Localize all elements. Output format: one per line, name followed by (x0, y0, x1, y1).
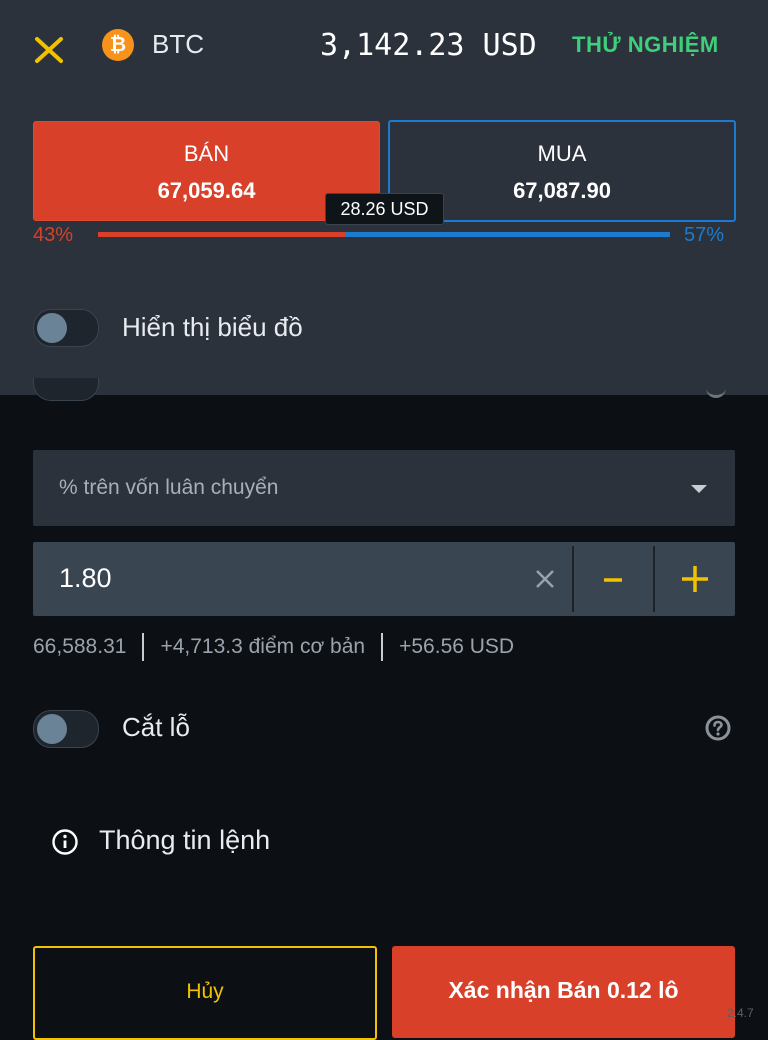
minus-icon (604, 578, 622, 582)
order-info-link[interactable]: Thông tin lệnh (99, 825, 270, 856)
sell-label: BÁN (183, 141, 230, 166)
separator (381, 633, 384, 661)
clear-icon[interactable] (533, 567, 557, 591)
buy-label: MUA (537, 141, 587, 166)
spread-badge: 28.26 USD (325, 193, 444, 225)
separator (142, 633, 145, 661)
take-profit-amount: +56.56 USD (399, 635, 515, 658)
sell-sentiment-percent: 43% (33, 224, 74, 246)
plus-icon (682, 566, 708, 592)
account-mode-badge[interactable]: THỬ NGHIỆM (572, 32, 719, 58)
decrement-button[interactable] (574, 542, 654, 616)
take-profit-toggle[interactable] (33, 378, 99, 401)
chevron-down-icon (691, 485, 707, 493)
buy-sentiment-bar (345, 232, 670, 237)
take-profit-stepper (33, 542, 735, 616)
increment-button[interactable] (655, 542, 735, 616)
help-icon[interactable] (705, 715, 731, 741)
cancel-button[interactable]: Hủy (33, 946, 377, 1040)
buy-sentiment-percent: 57% (684, 224, 725, 246)
toggle-knob (37, 313, 67, 343)
account-balance: 3,142.23 USD (320, 28, 537, 63)
show-chart-label: Hiển thị biểu đồ (122, 312, 303, 342)
confirm-label: Xác nhận Bán 0.12 lô (448, 977, 679, 1003)
take-profit-points: +4,713.3 điểm cơ bản (160, 635, 366, 658)
info-icon (52, 829, 78, 855)
take-profit-price: 66,588.31 (33, 635, 127, 658)
take-profit-value-input[interactable] (57, 562, 501, 595)
bitcoin-icon: ₿ (102, 29, 134, 61)
cancel-label: Hủy (186, 980, 224, 1003)
asset-symbol: BTC (152, 29, 204, 59)
take-profit-help-icon[interactable] (706, 383, 726, 398)
take-profit-mode-dropdown[interactable]: % trên vốn luân chuyển (33, 450, 735, 526)
toggle-knob (37, 714, 67, 744)
stop-loss-toggle[interactable] (33, 710, 99, 748)
take-profit-calculation: 66,588.31 +4,713.3 điểm cơ bản +56.56 US… (33, 632, 514, 662)
close-button[interactable] (30, 30, 68, 68)
close-x-icon[interactable] (30, 30, 68, 68)
confirm-sell-button[interactable]: Xác nhận Bán 0.12 lô (392, 946, 735, 1038)
app-version: 2.4.7 (727, 1006, 754, 1020)
take-profit-mode-value: % trên vốn luân chuyển (59, 476, 279, 499)
stop-loss-label: Cắt lỗ (122, 712, 190, 742)
show-chart-toggle[interactable] (33, 309, 99, 347)
sell-sentiment-bar (98, 232, 345, 237)
